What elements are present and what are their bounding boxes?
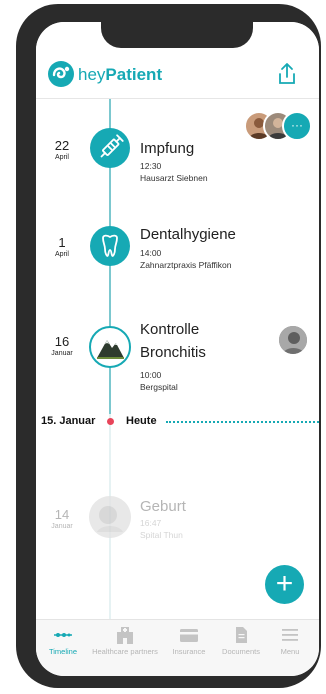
baby-photo-icon[interactable] bbox=[89, 496, 131, 538]
avatar-doctor[interactable] bbox=[277, 324, 309, 356]
tooth-icon[interactable] bbox=[90, 226, 130, 266]
today-divider bbox=[166, 421, 319, 423]
syringe-icon[interactable] bbox=[90, 128, 130, 168]
event-day: 22 bbox=[54, 138, 70, 153]
event-time: 12:30 bbox=[140, 161, 162, 171]
event-place: Spital Thun bbox=[140, 530, 183, 540]
tab-insurance[interactable]: Insurance bbox=[164, 626, 214, 656]
tab-menu[interactable]: Menu bbox=[268, 626, 312, 656]
timeline-icon bbox=[54, 633, 72, 637]
today-dot-icon bbox=[107, 418, 114, 425]
today-date: 15. Januar bbox=[41, 415, 96, 427]
tab-healthcare-partners[interactable]: Healthcare partners bbox=[88, 626, 162, 656]
event-month: April bbox=[54, 251, 69, 258]
tab-label: Healthcare partners bbox=[92, 647, 158, 656]
event-date: 1 April bbox=[40, 236, 84, 259]
tab-documents[interactable]: Documents bbox=[216, 626, 266, 656]
event-title[interactable]: Dentalhygiene bbox=[140, 226, 236, 243]
event-month: April bbox=[54, 154, 69, 161]
event-title[interactable]: Impfung bbox=[140, 140, 194, 157]
share-icon[interactable] bbox=[277, 62, 297, 86]
event-title-line2[interactable]: Bronchitis bbox=[140, 344, 206, 361]
today-label: Heute bbox=[126, 415, 157, 427]
more-participants-button[interactable]: ··· bbox=[282, 111, 312, 141]
menu-icon bbox=[282, 629, 298, 641]
tab-label: Menu bbox=[280, 647, 300, 656]
event-month: Januar bbox=[51, 523, 73, 530]
event-time: 16:47 bbox=[140, 518, 162, 528]
tab-label: Insurance bbox=[172, 647, 206, 656]
today-marker: 15. Januar Heute bbox=[36, 414, 319, 430]
event-month: Januar bbox=[51, 350, 73, 357]
phone-notch bbox=[101, 18, 253, 48]
event-date: 22 April bbox=[40, 139, 84, 162]
hospital-icon bbox=[117, 627, 133, 644]
brand-suffix: Patient bbox=[105, 65, 163, 84]
event-day: 1 bbox=[58, 235, 66, 250]
event-title[interactable]: Kontrolle bbox=[140, 321, 199, 338]
tab-timeline[interactable]: Timeline bbox=[38, 626, 88, 656]
heypatient-logo-icon bbox=[48, 61, 74, 87]
event-place: Zahnarztpraxis Pfäffikon bbox=[140, 260, 232, 270]
event-date: 16 Januar bbox=[40, 335, 84, 358]
card-icon bbox=[180, 629, 198, 642]
event-day: 16 bbox=[54, 334, 70, 349]
event-time: 14:00 bbox=[140, 248, 162, 258]
mountain-icon[interactable] bbox=[89, 326, 131, 368]
event-place: Hausarzt Siebnen bbox=[140, 173, 208, 183]
event-time: 10:00 bbox=[140, 370, 162, 380]
event-place: Bergspital bbox=[140, 382, 178, 392]
event-title[interactable]: Geburt bbox=[140, 498, 186, 515]
brand-name: heyPatient bbox=[78, 65, 162, 85]
document-icon bbox=[236, 627, 247, 643]
event-day: 14 bbox=[54, 507, 70, 522]
bottom-nav: Timeline Healthcare partners Insurance D… bbox=[36, 619, 319, 676]
app-screen: heyPatient ··· 22 April Impfung 12:30 Ha… bbox=[36, 22, 319, 676]
tab-label: Timeline bbox=[48, 647, 78, 656]
tab-label: Documents bbox=[222, 647, 260, 656]
add-event-button[interactable]: + bbox=[265, 565, 304, 604]
brand-prefix: hey bbox=[78, 65, 106, 84]
event-date-past: 14 Januar bbox=[40, 508, 84, 531]
